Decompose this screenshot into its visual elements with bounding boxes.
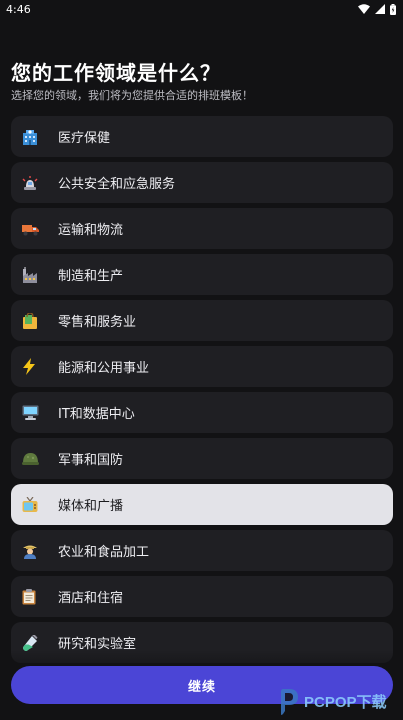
television-icon [22,495,48,515]
factory-icon [22,265,48,285]
industry-list: 医疗保健 公共安全和应急服务 运输和物流 制造和生产 零售和服务业 能源和公用事… [11,116,393,668]
watermark-text: PCPOP下载 [304,693,387,711]
computer-icon [22,403,48,423]
hospital-icon [22,127,48,147]
industry-option-public-safety[interactable]: 公共安全和应急服务 [11,162,393,203]
status-icons [358,3,396,15]
clipboard-icon [22,587,48,607]
industry-label: 运输和物流 [58,223,124,238]
wifi-icon [358,4,370,14]
status-bar: 4:46 [0,0,403,18]
page-title: 您的工作领域是什么？ [11,61,221,85]
industry-label: 农业和食品加工 [58,545,150,560]
industry-label: 军事和国防 [58,453,124,468]
lightning-icon [22,357,48,377]
status-time: 4:46 [6,2,31,16]
industry-label: 制造和生产 [58,269,124,284]
industry-option-hospitality[interactable]: 酒店和住宿 [11,576,393,617]
industry-option-transport[interactable]: 运输和物流 [11,208,393,249]
industry-option-media[interactable]: 媒体和广播 [11,484,393,525]
watermark: PCPOP下载 [276,684,401,718]
industry-label: IT和数据中心 [58,407,135,422]
industry-label: 能源和公用事业 [58,361,150,376]
shopping-bag-icon [22,311,48,331]
industry-option-manufacturing[interactable]: 制造和生产 [11,254,393,295]
page-subtitle: 选择您的领域，我们将为您提供合适的排班模板！ [11,89,253,102]
industry-option-it[interactable]: IT和数据中心 [11,392,393,433]
military-helmet-icon [22,449,48,469]
industry-option-retail[interactable]: 零售和服务业 [11,300,393,341]
industry-label: 公共安全和应急服务 [58,177,176,192]
battery-icon [390,3,396,15]
industry-option-military[interactable]: 军事和国防 [11,438,393,479]
industry-label: 媒体和广播 [58,499,124,514]
farmer-icon [22,541,48,561]
industry-option-agriculture[interactable]: 农业和食品加工 [11,530,393,571]
signal-icon [375,4,385,14]
industry-option-healthcare[interactable]: 医疗保健 [11,116,393,157]
truck-icon [22,219,48,239]
industry-label: 酒店和住宿 [58,591,124,606]
industry-label: 医疗保健 [58,131,111,146]
pcpop-logo-icon [281,689,298,715]
industry-option-energy[interactable]: 能源和公用事业 [11,346,393,387]
industry-label: 零售和服务业 [58,315,137,330]
police-light-icon [22,173,48,193]
